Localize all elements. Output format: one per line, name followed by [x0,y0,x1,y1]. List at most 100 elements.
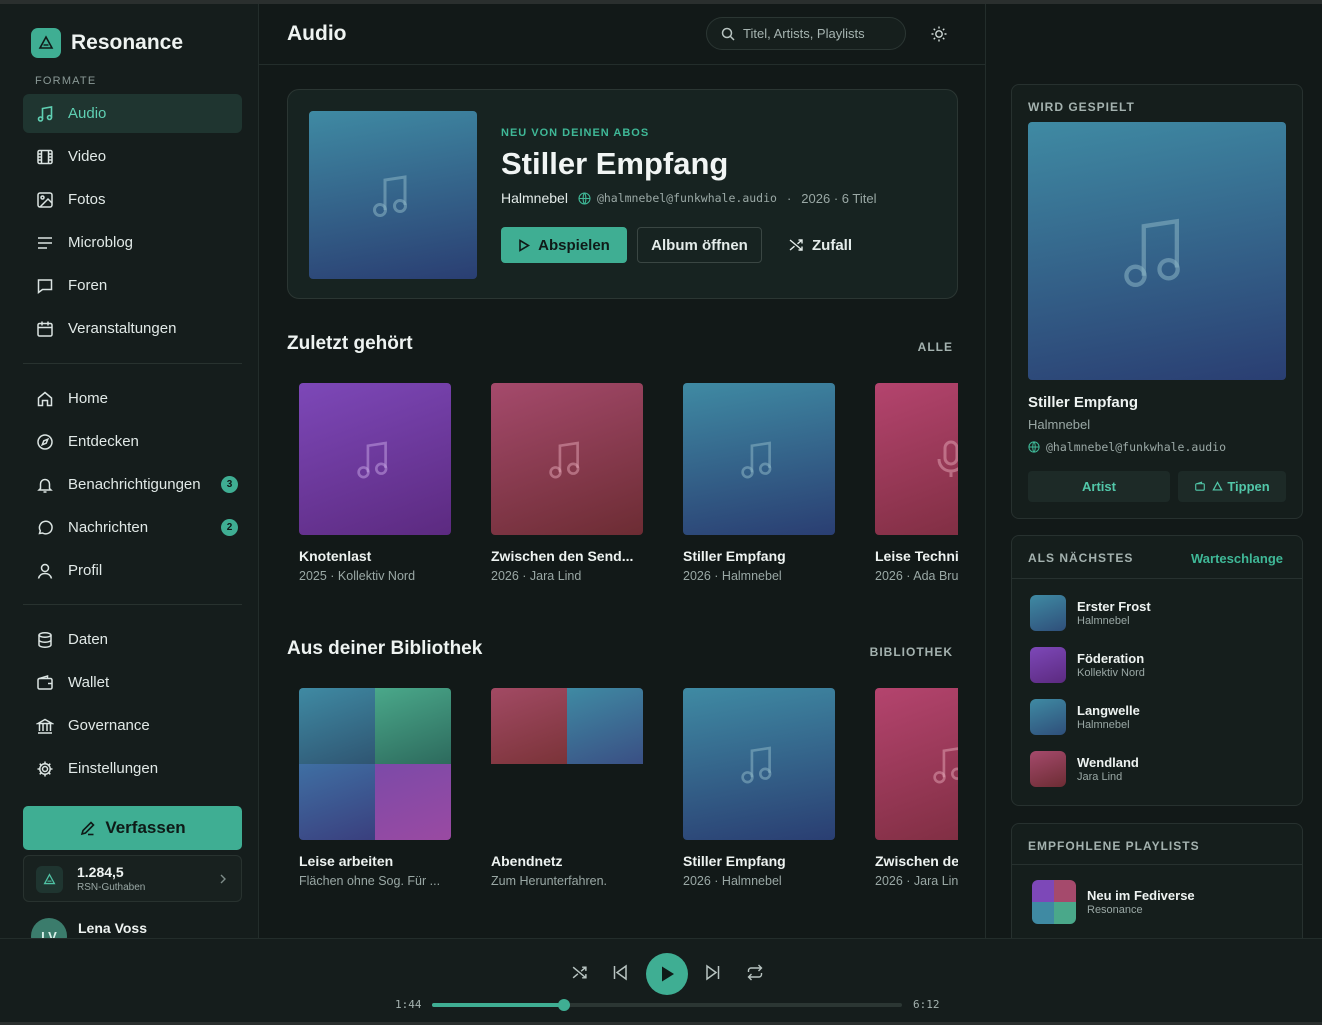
now-playing-handle[interactable]: @halmnebel@funkwhale.audio [1028,440,1226,454]
album-card[interactable]: Knotenlast 2025 · Kollektiv Nord [299,383,451,583]
playlist-title: Abendnetz [491,853,563,869]
playlist-subtitle: Flächen ohne Sog. Für ... [299,874,441,888]
album-cover [875,688,958,840]
album-title: Zwischen den Sendern [875,853,958,869]
playlist-item[interactable]: Neu im Fediverse Resonance [1032,880,1195,924]
hero-title: Stiller Empfang [501,146,729,181]
album-card[interactable]: Zwischen den Send... 2026 · Jara Lind [491,383,643,583]
sidebar-item-home[interactable]: Home [23,379,242,418]
playlist-card[interactable]: Abendnetz Zum Herunterfahren. [491,688,643,888]
sidebar-item-einstellungen[interactable]: Einstellungen [23,749,242,788]
album-card[interactable]: Leise Technik 2026 · Ada Brun [875,383,958,583]
album-title: Stiller Empfang [683,853,786,869]
play-button[interactable]: Abspielen [501,227,627,263]
previous-button[interactable] [612,964,628,981]
skip-back-icon [613,964,627,981]
sidebar-item-video[interactable]: Video [23,137,242,176]
message-badge: 2 [221,519,238,536]
brand[interactable]: Resonance [31,28,183,58]
now-playing-artist[interactable]: Halmnebel [1028,417,1090,432]
hero-release-info: 2026 · 6 Titel [801,190,877,206]
sidebar-item-benachrichtigungen[interactable]: Benachrichtigungen 3 [23,465,242,504]
library-link[interactable]: BIBLIOTHEK [870,645,953,659]
open-album-button[interactable]: Album öffnen [637,227,762,263]
wallet-label: RSN-Guthaben [77,882,146,893]
search-box[interactable] [706,17,906,50]
theme-toggle-button[interactable] [930,25,948,43]
library-section-title: Aus deiner Bibliothek [287,638,483,659]
hero-eyebrow: NEU VON DEINEN ABOS [501,127,650,139]
sidebar-item-profil[interactable]: Profil [23,551,242,590]
album-cover [683,688,835,840]
bank-icon [36,717,54,735]
sidebar-item-audio[interactable]: Audio [23,94,242,133]
sidebar-item-label: Veranstaltungen [68,320,177,337]
panel-divider [1012,578,1302,579]
queue-item[interactable]: Erster Frost Halmnebel [1030,595,1151,631]
user-profile[interactable]: LV Lena Voss [31,918,147,938]
tip-button[interactable]: Tippen [1178,471,1286,502]
sidebar-item-foren[interactable]: Foren [23,266,242,305]
current-time: 1:44 [395,998,422,1011]
repeat-button[interactable] [746,964,764,981]
album-subtitle: 2025 · Kollektiv Nord [299,569,416,583]
shuffle-label: Zufall [812,236,852,254]
wallet-icon [1195,481,1206,491]
next-button[interactable] [705,964,721,981]
queue-item[interactable]: Langwelle Halmnebel [1030,699,1140,735]
text-lines-icon [36,234,54,252]
album-subtitle: 2026 · Halmnebel [683,569,782,583]
sidebar-item-governance[interactable]: Governance [23,706,242,745]
play-pause-button[interactable] [646,953,688,995]
album-cover [299,383,451,535]
album-card[interactable]: Stiller Empfang 2026 · Halmnebel [683,688,835,888]
album-title: Knotenlast [299,548,372,564]
track-artist: Jara Lind [1077,771,1123,783]
playlist-card[interactable]: Leise arbeiten Flächen ohne Sog. Für ... [299,688,451,888]
now-playing-label: WIRD GESPIELT [1028,100,1135,114]
sidebar-item-entdecken[interactable]: Entdecken [23,422,242,461]
panel-divider [1012,864,1302,865]
music-note-icon [741,441,772,479]
playlists-panel: EMPFOHLENE PLAYLISTS Neu im Fediverse Res… [1011,823,1303,938]
album-card[interactable]: Zwischen den Sendern 2026 · Jara Lind [875,688,958,888]
sidebar-item-nachrichten[interactable]: Nachrichten 2 [23,508,242,547]
sidebar-item-microblog[interactable]: Microblog [23,223,242,262]
compose-button[interactable]: Verfassen [23,806,242,850]
album-card[interactable]: Stiller Empfang 2026 · Halmnebel [683,383,835,583]
progress-slider[interactable] [432,999,902,1011]
playlist-thumbnail [1032,880,1076,924]
queue-link[interactable]: Warteschlange [1191,551,1283,566]
progress-handle[interactable] [557,999,570,1011]
sidebar-item-label: Microblog [68,234,134,251]
search-input[interactable] [743,26,893,41]
sidebar-item-wallet[interactable]: Wallet [23,663,242,702]
wallet-balance-card[interactable]: 1.284,5 RSN-Guthaben [23,855,242,902]
shuffle-icon [572,966,587,979]
artist-button[interactable]: Artist [1028,471,1170,502]
queue-item[interactable]: Föderation Kollektiv Nord [1030,647,1145,683]
now-playing-cover[interactable] [1028,122,1286,380]
track-artist: Halmnebel [1077,719,1130,731]
shuffle-button[interactable] [571,964,588,981]
music-note-icon [1124,218,1180,288]
hero-artist[interactable]: Halmnebel [501,190,568,206]
queue-item[interactable]: Wendland Jara Lind [1030,751,1139,787]
repeat-icon [747,964,763,981]
chevron-right-icon [219,873,227,885]
album-cover [683,383,835,535]
shuffle-button[interactable]: Zufall [788,227,852,263]
search-icon [721,27,735,41]
hero-handle[interactable]: @halmnebel@funkwhale.audio [597,191,777,205]
calendar-icon [36,320,54,338]
album-cover[interactable] [309,111,477,279]
sidebar-item-fotos[interactable]: Fotos [23,180,242,219]
recent-all-link[interactable]: ALLE [918,340,953,354]
sidebar-item-daten[interactable]: Daten [23,620,242,659]
track-thumbnail [1030,595,1066,631]
playlist-cover [299,688,451,840]
formats-section-label: FORMATE [35,75,97,87]
sidebar-item-veranstaltungen[interactable]: Veranstaltungen [23,309,242,348]
sidebar-item-label: Audio [68,105,107,122]
hero-meta: Halmnebel @halmnebel@funkwhale.audio · 2… [501,190,876,206]
